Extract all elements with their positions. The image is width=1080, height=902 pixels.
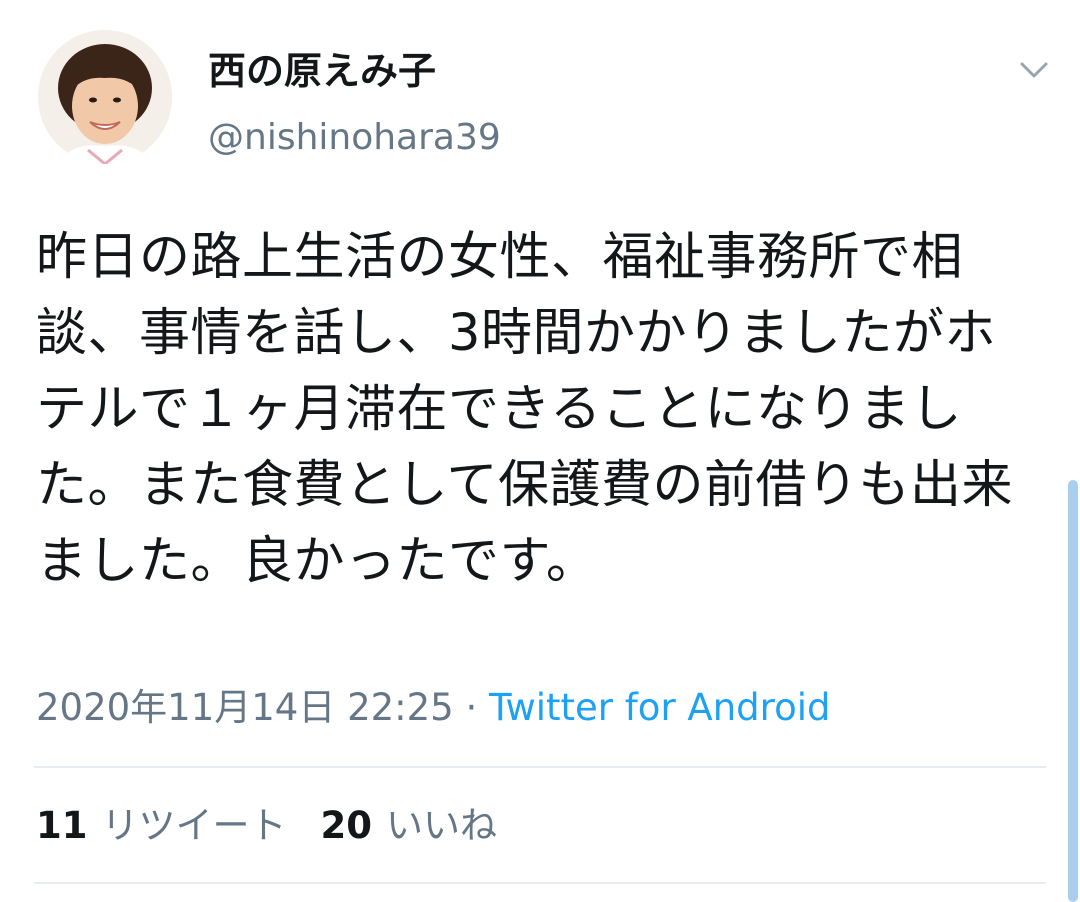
likes-label: いいね (386, 804, 497, 847)
retweets-stat[interactable]: 11 リツイート (36, 804, 287, 847)
profile-photo (38, 30, 172, 164)
tweet-timestamp[interactable]: 2020年11月14日 22:25 (36, 686, 454, 729)
chevron-down-icon[interactable] (1014, 54, 1054, 88)
tweet-stats: 11 リツイート 20 いいね (36, 800, 497, 852)
retweets-count: 11 (36, 804, 88, 847)
display-name[interactable]: 西の原えみ子 (208, 46, 436, 96)
tweet-meta: 2020年11月14日 22:25 · Twitter for Android (36, 684, 830, 732)
avatar[interactable] (38, 30, 172, 164)
divider (34, 766, 1046, 768)
user-handle[interactable]: @nishinohara39 (208, 114, 501, 162)
likes-count: 20 (320, 804, 373, 847)
divider (34, 882, 1046, 884)
scrollbar[interactable] (1068, 480, 1078, 902)
retweets-label: リツイート (101, 804, 287, 847)
tweet-text: 昨日の路上生活の女性、福祉事務所で相談、事情を話し、3時間かかりましたがホテルで… (36, 228, 1013, 591)
meta-separator: · (453, 686, 490, 729)
tweet-source-link[interactable]: Twitter for Android (489, 686, 830, 729)
likes-stat[interactable]: 20 いいね (321, 804, 498, 847)
